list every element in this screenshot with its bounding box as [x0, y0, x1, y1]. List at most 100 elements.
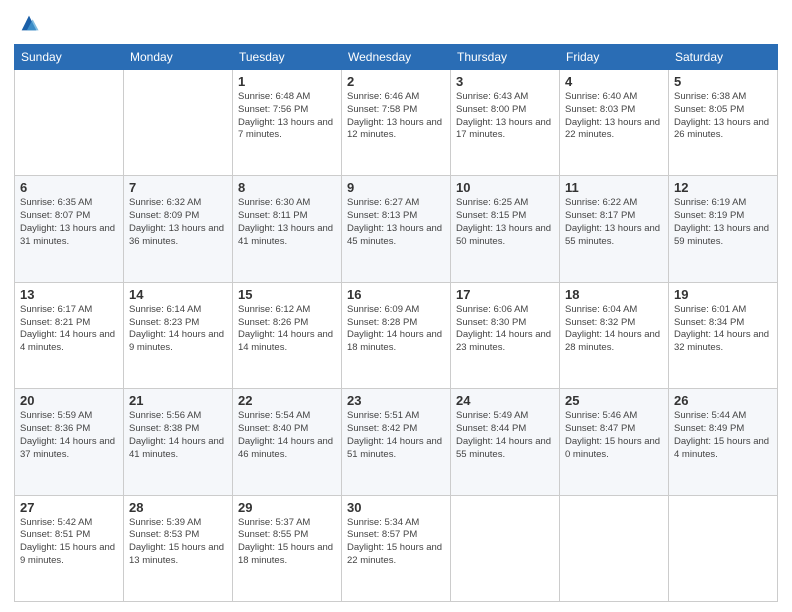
logo: [14, 12, 40, 34]
calendar-cell: 12 Sunrise: 6:19 AM Sunset: 8:19 PM Dayli…: [669, 176, 778, 282]
day-number: 10: [456, 180, 554, 195]
day-number: 19: [674, 287, 772, 302]
day-number: 26: [674, 393, 772, 408]
calendar-cell: 30Sunrise: 5:34 AM Sunset: 8:57 PM Dayli…: [342, 495, 451, 601]
calendar-cell: 17 Sunrise: 6:06 AM Sunset: 8:30 PM Dayli…: [451, 282, 560, 388]
day-info: Sunrise: 6:22 AM Sunset: 8:17 PM Dayligh…: [565, 197, 663, 248]
calendar-week-row: 1 Sunrise: 6:48 AM Sunset: 7:56 PM Daylig…: [15, 70, 778, 176]
day-info: Sunrise: 5:59 AM Sunset: 8:36 PM Dayligh…: [20, 410, 118, 461]
day-number: 18: [565, 287, 663, 302]
day-info: Sunrise: 6:09 AM Sunset: 8:28 PM Dayligh…: [347, 304, 445, 355]
calendar-cell: 6Sunrise: 6:35 AM Sunset: 8:07 PM Daylig…: [15, 176, 124, 282]
day-info: Sunrise: 6:06 AM Sunset: 8:30 PM Dayligh…: [456, 304, 554, 355]
day-number: 22: [238, 393, 336, 408]
page: SundayMondayTuesdayWednesdayThursdayFrid…: [0, 0, 792, 612]
day-info: Sunrise: 6:01 AM Sunset: 8:34 PM Dayligh…: [674, 304, 772, 355]
day-number: 1: [238, 74, 336, 89]
day-number: 15: [238, 287, 336, 302]
day-info: Sunrise: 5:49 AM Sunset: 8:44 PM Dayligh…: [456, 410, 554, 461]
calendar-cell: 21 Sunrise: 5:56 AM Sunset: 8:38 PM Dayli…: [124, 389, 233, 495]
day-number: 4: [565, 74, 663, 89]
day-number: 3: [456, 74, 554, 89]
day-number: 2: [347, 74, 445, 89]
day-info: Sunrise: 6:35 AM Sunset: 8:07 PM Dayligh…: [20, 197, 118, 248]
day-info: Sunrise: 5:46 AM Sunset: 8:47 PM Dayligh…: [565, 410, 663, 461]
day-number: 16: [347, 287, 445, 302]
day-number: 9: [347, 180, 445, 195]
calendar-cell: [451, 495, 560, 601]
day-info: Sunrise: 6:43 AM Sunset: 8:00 PM Dayligh…: [456, 91, 554, 142]
day-info: Sunrise: 6:04 AM Sunset: 8:32 PM Dayligh…: [565, 304, 663, 355]
calendar-cell: 28Sunrise: 5:39 AM Sunset: 8:53 PM Dayli…: [124, 495, 233, 601]
day-number: 5: [674, 74, 772, 89]
calendar-cell: 15 Sunrise: 6:12 AM Sunset: 8:26 PM Dayli…: [233, 282, 342, 388]
calendar-week-row: 13Sunrise: 6:17 AM Sunset: 8:21 PM Dayli…: [15, 282, 778, 388]
day-info: Sunrise: 6:38 AM Sunset: 8:05 PM Dayligh…: [674, 91, 772, 142]
calendar-header-wednesday: Wednesday: [342, 45, 451, 70]
calendar-cell: 2 Sunrise: 6:46 AM Sunset: 7:58 PM Daylig…: [342, 70, 451, 176]
day-number: 13: [20, 287, 118, 302]
calendar-table: SundayMondayTuesdayWednesdayThursdayFrid…: [14, 44, 778, 602]
calendar-cell: 13Sunrise: 6:17 AM Sunset: 8:21 PM Dayli…: [15, 282, 124, 388]
calendar-cell: 25 Sunrise: 5:46 AM Sunset: 8:47 PM Dayli…: [560, 389, 669, 495]
calendar-cell: 9 Sunrise: 6:27 AM Sunset: 8:13 PM Daylig…: [342, 176, 451, 282]
day-number: 27: [20, 500, 118, 515]
calendar-cell: 27 Sunrise: 5:42 AM Sunset: 8:51 PM Dayli…: [15, 495, 124, 601]
day-info: Sunrise: 6:40 AM Sunset: 8:03 PM Dayligh…: [565, 91, 663, 142]
logo-icon: [18, 12, 40, 34]
calendar-cell: 11 Sunrise: 6:22 AM Sunset: 8:17 PM Dayli…: [560, 176, 669, 282]
calendar-cell: 3 Sunrise: 6:43 AM Sunset: 8:00 PM Daylig…: [451, 70, 560, 176]
day-info: Sunrise: 6:25 AM Sunset: 8:15 PM Dayligh…: [456, 197, 554, 248]
calendar-header-friday: Friday: [560, 45, 669, 70]
day-info: Sunrise: 5:51 AM Sunset: 8:42 PM Dayligh…: [347, 410, 445, 461]
day-number: 14: [129, 287, 227, 302]
calendar-week-row: 20 Sunrise: 5:59 AM Sunset: 8:36 PM Dayli…: [15, 389, 778, 495]
calendar-cell: [560, 495, 669, 601]
calendar-header-thursday: Thursday: [451, 45, 560, 70]
calendar-cell: 23Sunrise: 5:51 AM Sunset: 8:42 PM Dayli…: [342, 389, 451, 495]
day-number: 17: [456, 287, 554, 302]
day-number: 7: [129, 180, 227, 195]
day-info: Sunrise: 5:54 AM Sunset: 8:40 PM Dayligh…: [238, 410, 336, 461]
day-info: Sunrise: 6:14 AM Sunset: 8:23 PM Dayligh…: [129, 304, 227, 355]
calendar-header-saturday: Saturday: [669, 45, 778, 70]
calendar-header-tuesday: Tuesday: [233, 45, 342, 70]
day-number: 30: [347, 500, 445, 515]
day-number: 21: [129, 393, 227, 408]
header: [14, 12, 778, 34]
day-info: Sunrise: 5:44 AM Sunset: 8:49 PM Dayligh…: [674, 410, 772, 461]
calendar-cell: 5 Sunrise: 6:38 AM Sunset: 8:05 PM Daylig…: [669, 70, 778, 176]
day-number: 12: [674, 180, 772, 195]
day-info: Sunrise: 6:46 AM Sunset: 7:58 PM Dayligh…: [347, 91, 445, 142]
day-info: Sunrise: 6:19 AM Sunset: 8:19 PM Dayligh…: [674, 197, 772, 248]
day-info: Sunrise: 5:42 AM Sunset: 8:51 PM Dayligh…: [20, 517, 118, 568]
calendar-header-sunday: Sunday: [15, 45, 124, 70]
calendar-week-row: 6Sunrise: 6:35 AM Sunset: 8:07 PM Daylig…: [15, 176, 778, 282]
calendar-cell: 14 Sunrise: 6:14 AM Sunset: 8:23 PM Dayli…: [124, 282, 233, 388]
day-info: Sunrise: 6:27 AM Sunset: 8:13 PM Dayligh…: [347, 197, 445, 248]
calendar-cell: 18 Sunrise: 6:04 AM Sunset: 8:32 PM Dayli…: [560, 282, 669, 388]
calendar-cell: 22 Sunrise: 5:54 AM Sunset: 8:40 PM Dayli…: [233, 389, 342, 495]
day-info: Sunrise: 6:32 AM Sunset: 8:09 PM Dayligh…: [129, 197, 227, 248]
day-number: 28: [129, 500, 227, 515]
day-number: 11: [565, 180, 663, 195]
day-number: 25: [565, 393, 663, 408]
calendar-cell: [669, 495, 778, 601]
day-info: Sunrise: 6:30 AM Sunset: 8:11 PM Dayligh…: [238, 197, 336, 248]
calendar-cell: [15, 70, 124, 176]
calendar-cell: 7 Sunrise: 6:32 AM Sunset: 8:09 PM Daylig…: [124, 176, 233, 282]
calendar-cell: 20 Sunrise: 5:59 AM Sunset: 8:36 PM Dayli…: [15, 389, 124, 495]
calendar-cell: 16 Sunrise: 6:09 AM Sunset: 8:28 PM Dayli…: [342, 282, 451, 388]
day-info: Sunrise: 5:56 AM Sunset: 8:38 PM Dayligh…: [129, 410, 227, 461]
calendar-cell: 19 Sunrise: 6:01 AM Sunset: 8:34 PM Dayli…: [669, 282, 778, 388]
day-number: 20: [20, 393, 118, 408]
day-number: 29: [238, 500, 336, 515]
calendar-cell: 1 Sunrise: 6:48 AM Sunset: 7:56 PM Daylig…: [233, 70, 342, 176]
day-info: Sunrise: 6:48 AM Sunset: 7:56 PM Dayligh…: [238, 91, 336, 142]
day-info: Sunrise: 6:12 AM Sunset: 8:26 PM Dayligh…: [238, 304, 336, 355]
calendar-cell: 4 Sunrise: 6:40 AM Sunset: 8:03 PM Daylig…: [560, 70, 669, 176]
calendar-week-row: 27 Sunrise: 5:42 AM Sunset: 8:51 PM Dayli…: [15, 495, 778, 601]
calendar-cell: 10 Sunrise: 6:25 AM Sunset: 8:15 PM Dayli…: [451, 176, 560, 282]
day-number: 24: [456, 393, 554, 408]
calendar-cell: 29Sunrise: 5:37 AM Sunset: 8:55 PM Dayli…: [233, 495, 342, 601]
